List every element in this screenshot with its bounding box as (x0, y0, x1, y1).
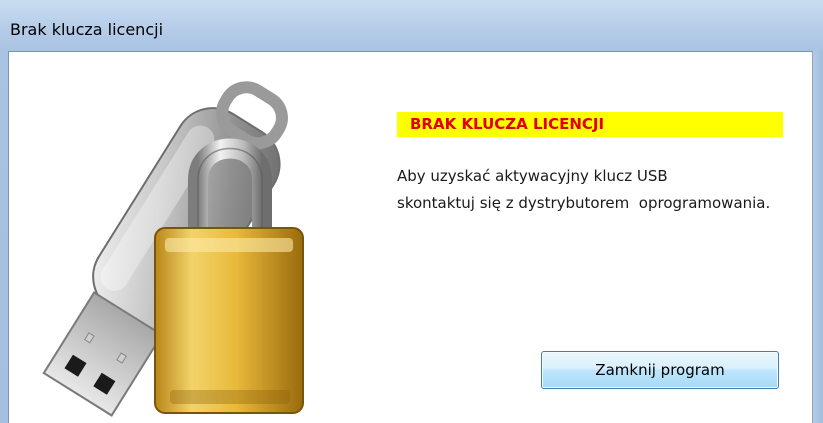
message-line-1: Aby uzyskać aktywacyjny klucz USB (397, 167, 668, 185)
message-line-2: skontaktuj się z dystrybutorem oprogramo… (397, 194, 771, 212)
message-text: Aby uzyskać aktywacyjny klucz USB skonta… (397, 163, 797, 217)
close-program-button[interactable]: Zamknij program (541, 351, 779, 389)
dialog-window: Brak klucza licencji BRAK KLUCZA LICENCJ… (0, 0, 823, 423)
banner-text: BRAK KLUCZA LICENCJI (410, 115, 605, 133)
window-title: Brak klucza licencji (10, 20, 164, 39)
usb-key-padlock-icon (42, 81, 304, 417)
window-frame-right (813, 51, 823, 423)
license-missing-banner: BRAK KLUCZA LICENCJI (397, 112, 783, 137)
title-bar[interactable]: Brak klucza licencji (0, 0, 823, 52)
